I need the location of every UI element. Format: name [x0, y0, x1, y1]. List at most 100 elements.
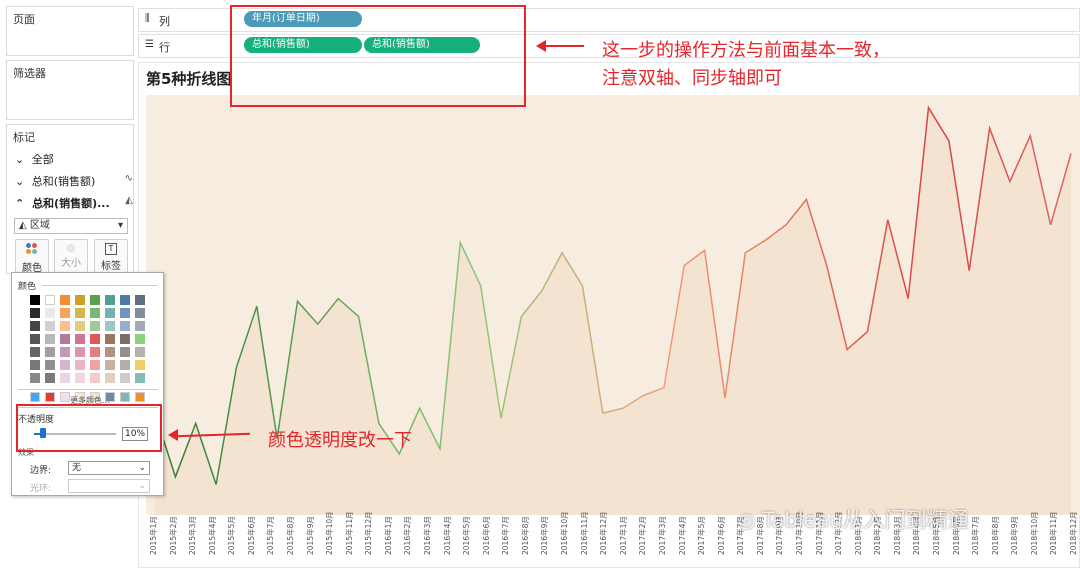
color-swatch[interactable] — [105, 360, 115, 370]
annotation-opacity: 颜色透明度改一下 — [268, 430, 412, 451]
x-tick-label: 2016年9月 — [540, 516, 550, 555]
x-tick-label: 2018年9月 — [1010, 516, 1020, 555]
color-swatch[interactable] — [45, 373, 55, 383]
recent-color-swatch[interactable] — [60, 392, 70, 402]
border-label: 边界: — [30, 466, 52, 476]
x-tick-label: 2017年3月 — [657, 516, 667, 555]
color-swatch[interactable] — [105, 295, 115, 305]
color-swatch[interactable] — [75, 334, 85, 344]
x-tick-label: 2016年4月 — [442, 516, 452, 555]
color-swatch[interactable] — [60, 295, 70, 305]
x-tick-label: 2015年10月 — [325, 511, 335, 555]
color-swatch[interactable] — [45, 347, 55, 357]
x-tick-label: 2016年12月 — [599, 511, 609, 555]
color-swatch[interactable] — [135, 373, 145, 383]
color-swatch[interactable] — [105, 321, 115, 331]
color-swatch[interactable] — [45, 321, 55, 331]
section-divider — [42, 285, 157, 286]
halo-label: 光环: — [30, 484, 52, 494]
color-swatch[interactable] — [90, 295, 100, 305]
color-swatch[interactable] — [120, 295, 130, 305]
x-tick-label: 2016年6月 — [481, 516, 491, 555]
color-swatch[interactable] — [135, 360, 145, 370]
x-tick-label: 2016年5月 — [462, 516, 472, 555]
recent-color-swatch[interactable] — [135, 392, 145, 402]
color-swatch[interactable] — [120, 373, 130, 383]
color-swatch[interactable] — [60, 347, 70, 357]
color-swatch[interactable] — [30, 373, 40, 383]
x-tick-label: 2016年11月 — [579, 511, 589, 555]
color-swatch[interactable] — [135, 295, 145, 305]
recent-color-swatch[interactable] — [120, 392, 130, 402]
halo-select[interactable]: ⌄ — [68, 479, 150, 493]
color-swatch[interactable] — [135, 308, 145, 318]
x-tick-label: 2017年2月 — [638, 516, 648, 555]
x-tick-label: 2015年7月 — [266, 516, 276, 555]
x-tick-label: 2015年4月 — [207, 516, 217, 555]
color-swatch[interactable] — [60, 321, 70, 331]
color-swatch[interactable] — [105, 347, 115, 357]
color-swatch[interactable] — [30, 321, 40, 331]
color-swatch[interactable] — [60, 360, 70, 370]
color-swatch[interactable] — [45, 308, 55, 318]
watermark: ◎ Tableau从入门到精通 — [738, 504, 969, 534]
x-tick-label: 2015年3月 — [188, 516, 198, 555]
color-swatch[interactable] — [90, 308, 100, 318]
color-swatch[interactable] — [75, 308, 85, 318]
watermark-text: Tableau从入门到精通 — [762, 508, 969, 532]
x-tick-label: 2016年3月 — [423, 516, 433, 555]
annotation-top-line1: 这一步的操作方法与前面基本一致， — [602, 40, 890, 61]
color-swatch[interactable] — [90, 347, 100, 357]
x-tick-label: 2015年1月 — [149, 516, 158, 555]
x-tick-label: 2016年1月 — [383, 516, 393, 555]
color-swatch[interactable] — [105, 308, 115, 318]
color-section-label: 颜色 — [18, 282, 37, 292]
recent-color-swatch[interactable] — [45, 392, 55, 402]
arrow-opacity-head-icon — [168, 429, 178, 441]
highlight-box-shelves — [230, 5, 526, 107]
color-swatch[interactable] — [60, 373, 70, 383]
color-swatch[interactable] — [30, 308, 40, 318]
color-swatch[interactable] — [90, 334, 100, 344]
color-swatch[interactable] — [75, 360, 85, 370]
color-swatch[interactable] — [45, 295, 55, 305]
x-tick-label: 2015年6月 — [246, 516, 256, 555]
color-swatch[interactable] — [75, 347, 85, 357]
highlight-box-opacity — [16, 404, 162, 452]
x-tick-label: 2016年2月 — [403, 516, 413, 555]
x-tick-label: 2017年1月 — [618, 516, 628, 555]
color-swatch[interactable] — [45, 334, 55, 344]
color-swatch[interactable] — [90, 373, 100, 383]
color-swatch[interactable] — [30, 295, 40, 305]
x-tick-label: 2018年7月 — [971, 516, 981, 555]
x-tick-label: 2017年4月 — [677, 516, 687, 555]
arrow-head-icon — [536, 40, 546, 52]
recent-color-swatch[interactable] — [30, 392, 40, 402]
color-swatch[interactable] — [120, 334, 130, 344]
color-swatch[interactable] — [120, 360, 130, 370]
color-swatch[interactable] — [90, 360, 100, 370]
border-select[interactable]: 无 ⌄ — [68, 461, 150, 475]
color-swatch[interactable] — [75, 321, 85, 331]
color-swatch[interactable] — [30, 334, 40, 344]
color-swatch[interactable] — [135, 334, 145, 344]
color-swatch[interactable] — [30, 360, 40, 370]
color-swatch[interactable] — [30, 347, 40, 357]
x-tick-label: 2017年6月 — [716, 516, 726, 555]
border-select-value: 无 — [72, 463, 82, 473]
color-swatch[interactable] — [60, 308, 70, 318]
color-swatch[interactable] — [105, 334, 115, 344]
color-swatch[interactable] — [60, 334, 70, 344]
color-swatch[interactable] — [75, 373, 85, 383]
color-swatch[interactable] — [75, 295, 85, 305]
x-tick-label: 2018年8月 — [990, 516, 1000, 555]
color-swatch[interactable] — [135, 347, 145, 357]
color-swatch[interactable] — [45, 360, 55, 370]
color-swatch[interactable] — [105, 373, 115, 383]
color-swatch[interactable] — [90, 321, 100, 331]
color-swatch[interactable] — [135, 321, 145, 331]
color-swatch[interactable] — [120, 321, 130, 331]
color-swatch[interactable] — [120, 308, 130, 318]
x-tick-label: 2016年10月 — [560, 511, 570, 555]
color-swatch[interactable] — [120, 347, 130, 357]
